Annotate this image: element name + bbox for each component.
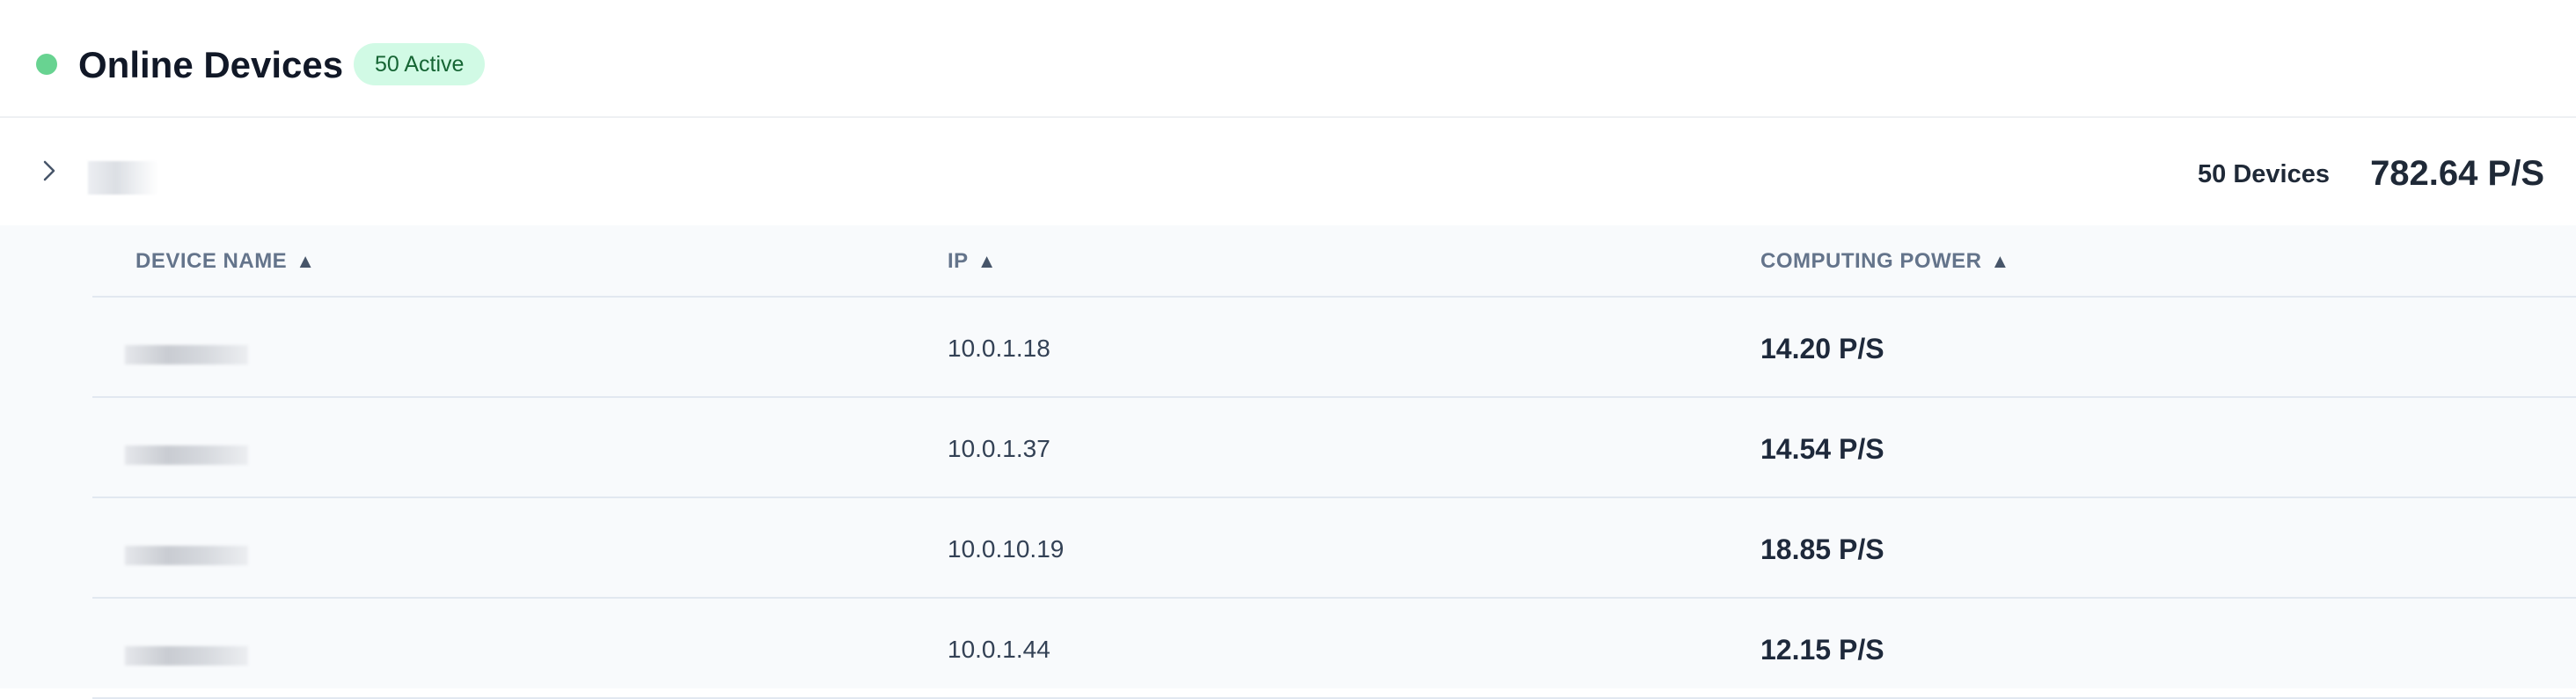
column-header-computing-power[interactable]: COMPUTING POWER ▲ — [1760, 246, 2010, 276]
table-row[interactable]: 10.0.1.37 14.54 P/S — [92, 398, 2576, 498]
device-table: DEVICE NAME ▲ IP ▲ COMPUTING POWER ▲ 10.0.1… — [92, 225, 2576, 699]
table-row[interactable]: 10.0.10.19 18.85 P/S — [92, 498, 2576, 599]
device-ip: 10.0.1.37 — [948, 435, 1050, 462]
device-computing-power: 14.20 P/S — [1760, 333, 1884, 364]
column-header-label: DEVICE NAME — [135, 249, 288, 273]
sort-ascending-icon[interactable]: ▲ — [296, 246, 315, 276]
device-name-redacted — [125, 345, 248, 364]
sort-ascending-icon[interactable]: ▲ — [1991, 246, 2010, 276]
device-name-redacted — [125, 546, 248, 565]
device-ip: 10.0.1.18 — [948, 335, 1050, 362]
device-ip: 10.0.10.19 — [948, 535, 1065, 563]
device-ip: 10.0.1.44 — [948, 636, 1050, 663]
table-row[interactable]: 10.0.1.18 14.20 P/S — [92, 298, 2576, 398]
active-count-badge: 50 Active — [354, 43, 486, 85]
table-row[interactable]: 10.0.1.44 12.15 P/S — [92, 599, 2576, 699]
online-status-dot — [36, 54, 57, 75]
table-header: DEVICE NAME ▲ IP ▲ COMPUTING POWER ▲ — [92, 225, 2576, 298]
device-table-area: DEVICE NAME ▲ IP ▲ COMPUTING POWER ▲ 10.0.1… — [0, 225, 2576, 699]
device-computing-power: 18.85 P/S — [1760, 533, 1884, 565]
device-group-row[interactable]: 50 Devices 782.64 P/S — [0, 118, 2576, 225]
device-name-redacted — [125, 445, 248, 465]
page-header: Online Devices 50 Active — [0, 0, 2576, 118]
sort-ascending-icon[interactable]: ▲ — [977, 246, 997, 276]
column-header-device-name[interactable]: DEVICE NAME ▲ — [135, 246, 315, 276]
group-device-count: 50 Devices — [2198, 160, 2330, 188]
device-computing-power: 14.54 P/S — [1760, 433, 1884, 465]
group-name-redacted — [88, 161, 158, 195]
column-header-label: COMPUTING POWER — [1760, 249, 1982, 273]
chevron-right-icon[interactable] — [37, 157, 62, 185]
group-total-power: 782.64 P/S — [2370, 154, 2544, 193]
page-title: Online Devices — [78, 44, 344, 85]
column-header-label: IP — [948, 249, 969, 273]
device-computing-power: 12.15 P/S — [1760, 634, 1884, 666]
device-name-redacted — [125, 646, 248, 666]
column-header-ip[interactable]: IP ▲ — [948, 246, 997, 276]
